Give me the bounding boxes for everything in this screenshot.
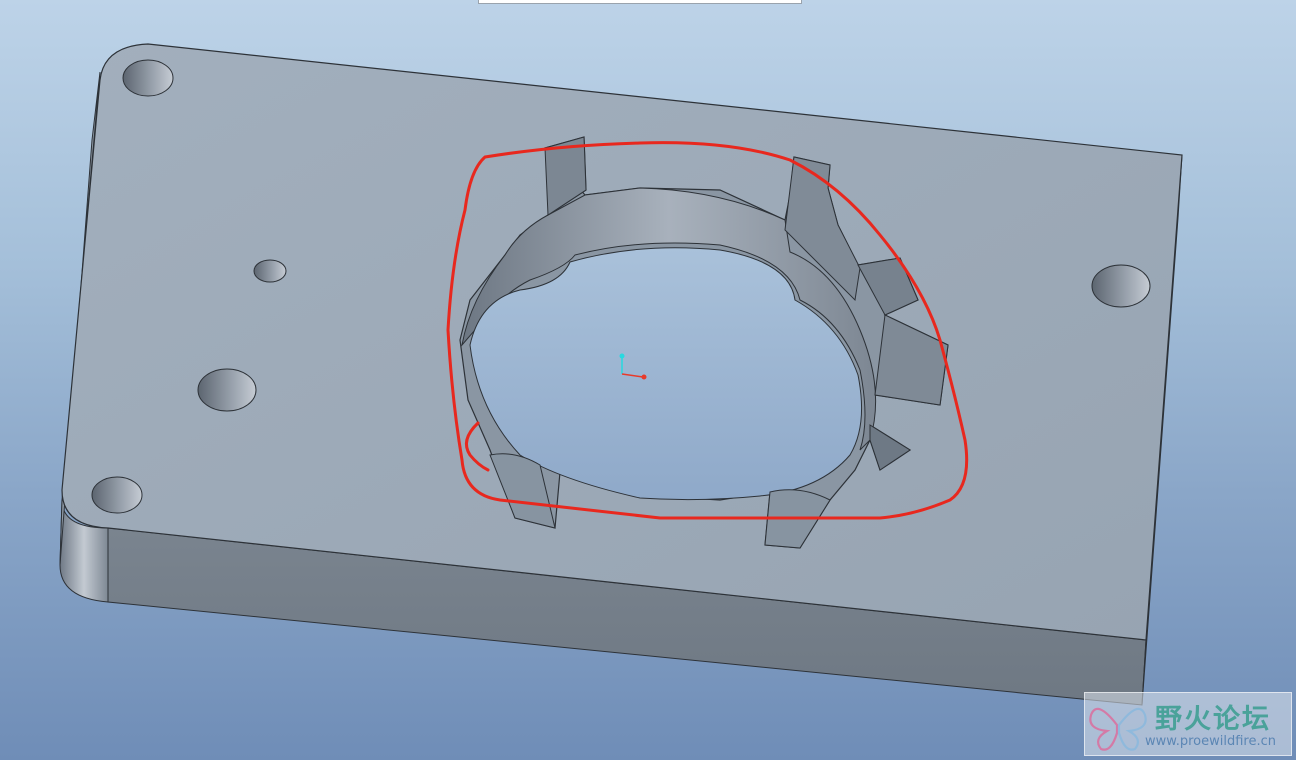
model-scene[interactable] <box>0 0 1296 760</box>
watermark-title: 野火论坛 <box>1155 704 1271 735</box>
butterfly-logo-icon <box>1089 707 1147 751</box>
watermark-url: www.proewildfire.cn <box>1145 734 1276 749</box>
cad-3d-viewport[interactable]: 野火论坛 www.proewildfire.cn <box>0 0 1296 760</box>
watermark: 野火论坛 www.proewildfire.cn <box>1084 692 1292 756</box>
